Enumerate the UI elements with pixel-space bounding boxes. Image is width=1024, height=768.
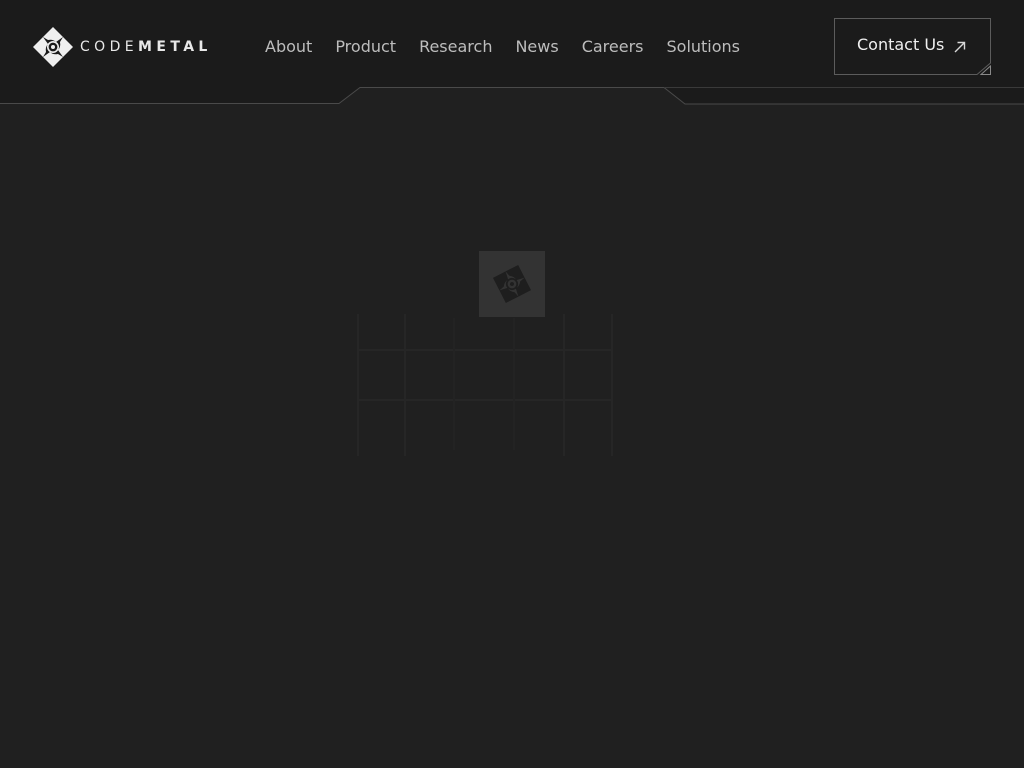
loading-indicator <box>354 250 616 460</box>
nav-item-product[interactable]: Product <box>335 37 396 56</box>
loading-grid <box>357 251 613 456</box>
contact-us-button[interactable]: Contact Us <box>834 18 991 75</box>
contact-us-label: Contact Us <box>857 35 945 54</box>
nav-item-news[interactable]: News <box>515 37 558 56</box>
arrow-up-right-icon <box>954 41 966 53</box>
nav-item-careers[interactable]: Careers <box>582 37 644 56</box>
nav-item-solutions[interactable]: Solutions <box>667 37 741 56</box>
main-navigation: About Product Research News Careers Solu… <box>265 35 740 57</box>
nav-item-research[interactable]: Research <box>419 37 492 56</box>
codemetal-logo-icon <box>33 27 73 67</box>
brand-logo-link[interactable]: CODEMETAL <box>32 26 212 68</box>
brand-name-light: CODE <box>80 39 139 55</box>
brand-name-bold: METAL <box>138 39 212 55</box>
brand-wordmark: CODEMETAL <box>80 39 212 55</box>
site-header: CODEMETAL About Product Research News Ca… <box>0 0 1024 105</box>
nav-item-about[interactable]: About <box>265 37 312 56</box>
